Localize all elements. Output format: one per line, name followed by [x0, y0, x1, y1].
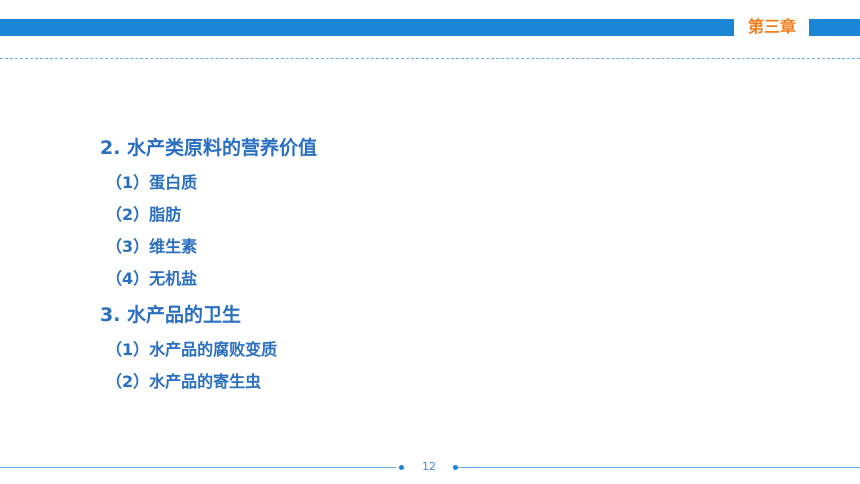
header-bar-right: [809, 19, 860, 36]
section-2-title: 2. 水产类原料的营养价值: [100, 137, 318, 159]
footer-line-right: [458, 467, 860, 468]
footer-line-left: [0, 467, 396, 468]
section-3-title: 3. 水产品的卫生: [100, 304, 242, 326]
page-number: 12: [422, 460, 436, 473]
header-bar-left: [0, 19, 734, 36]
slide-content: 2. 水产类原料的营养价值 （1）蛋白质 （2）脂肪 （3）维生素 （4）无机盐…: [100, 133, 700, 398]
section-2-item-minerals: （4）无机盐: [106, 269, 198, 288]
chapter-label: 第三章: [747, 17, 796, 36]
section-2-item-vitamin: （3）维生素: [106, 237, 198, 256]
section-2-item-protein: （1）蛋白质: [106, 173, 198, 192]
section-3-item-spoilage: （1）水产品的腐败变质: [106, 340, 278, 359]
section-3-item-parasites: （2）水产品的寄生虫: [106, 372, 262, 391]
section-2-item-fat: （2）脂肪: [106, 205, 182, 224]
header-divider: [0, 58, 860, 59]
footer-dot-left: [399, 465, 404, 470]
